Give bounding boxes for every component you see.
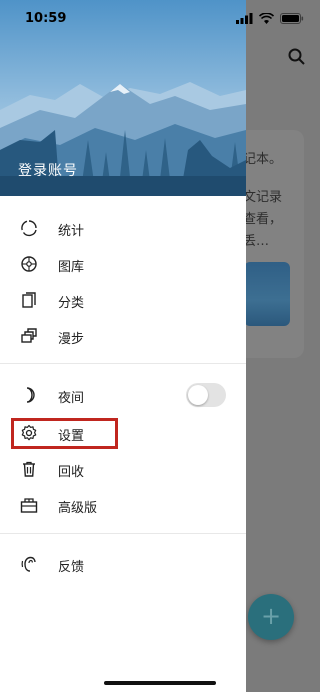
menu-item-label: 反馈 (58, 560, 85, 575)
note-text-line: 丢… (243, 234, 270, 249)
menu-item-label: 漫步 (58, 332, 85, 347)
settings-highlight-box (11, 418, 118, 449)
note-text-line: 文记录 (243, 190, 283, 205)
note-image (244, 262, 290, 326)
status-icons (236, 13, 304, 24)
status-time: 10:59 (25, 11, 67, 26)
category-icon (22, 292, 36, 308)
moon-icon (26, 387, 35, 403)
toggle-knob (188, 385, 208, 405)
menu-item-premium[interactable]: 高级版 (0, 487, 246, 523)
login-label: 登录账号 (18, 163, 78, 179)
menu-item-category[interactable]: 分类 (0, 282, 246, 318)
menu-item-feedback[interactable]: 反馈 (0, 546, 246, 582)
battery-icon (280, 13, 304, 24)
menu-item-wander[interactable]: 漫步 (0, 318, 246, 354)
trash-icon (23, 461, 35, 477)
stats-icon (21, 220, 37, 237)
menu-divider (0, 533, 246, 534)
night-mode-toggle[interactable] (186, 383, 226, 407)
menu-item-label: 夜间 (58, 391, 85, 406)
note-text-line: 查看， (243, 212, 283, 227)
menu-item-label: 图库 (58, 260, 85, 275)
wander-icon (21, 328, 37, 343)
status-bar: 10:59 (0, 0, 320, 40)
premium-icon (20, 498, 38, 513)
gallery-icon (21, 256, 37, 272)
menu-divider (0, 363, 246, 364)
add-note-button[interactable]: + (248, 594, 294, 640)
signal-icon (236, 13, 253, 24)
menu-item-gallery[interactable]: 图库 (0, 246, 246, 282)
feedback-icon (21, 556, 36, 572)
navigation-drawer: 登录账号 统计 图库 分类 漫步 夜间 设置 回收 高级版 反馈 (0, 0, 246, 692)
menu-item-label: 分类 (58, 296, 85, 311)
menu-item-recycle-bin[interactable]: 回收 (0, 451, 246, 487)
note-text-line: 记本。 (243, 152, 283, 167)
wifi-icon (259, 13, 274, 24)
menu-item-stats[interactable]: 统计 (0, 210, 246, 246)
menu-item-label: 高级版 (58, 501, 98, 516)
menu-item-label: 回收 (58, 465, 85, 480)
home-indicator (104, 681, 216, 685)
menu-item-label: 统计 (58, 224, 85, 239)
search-icon[interactable] (287, 47, 307, 67)
